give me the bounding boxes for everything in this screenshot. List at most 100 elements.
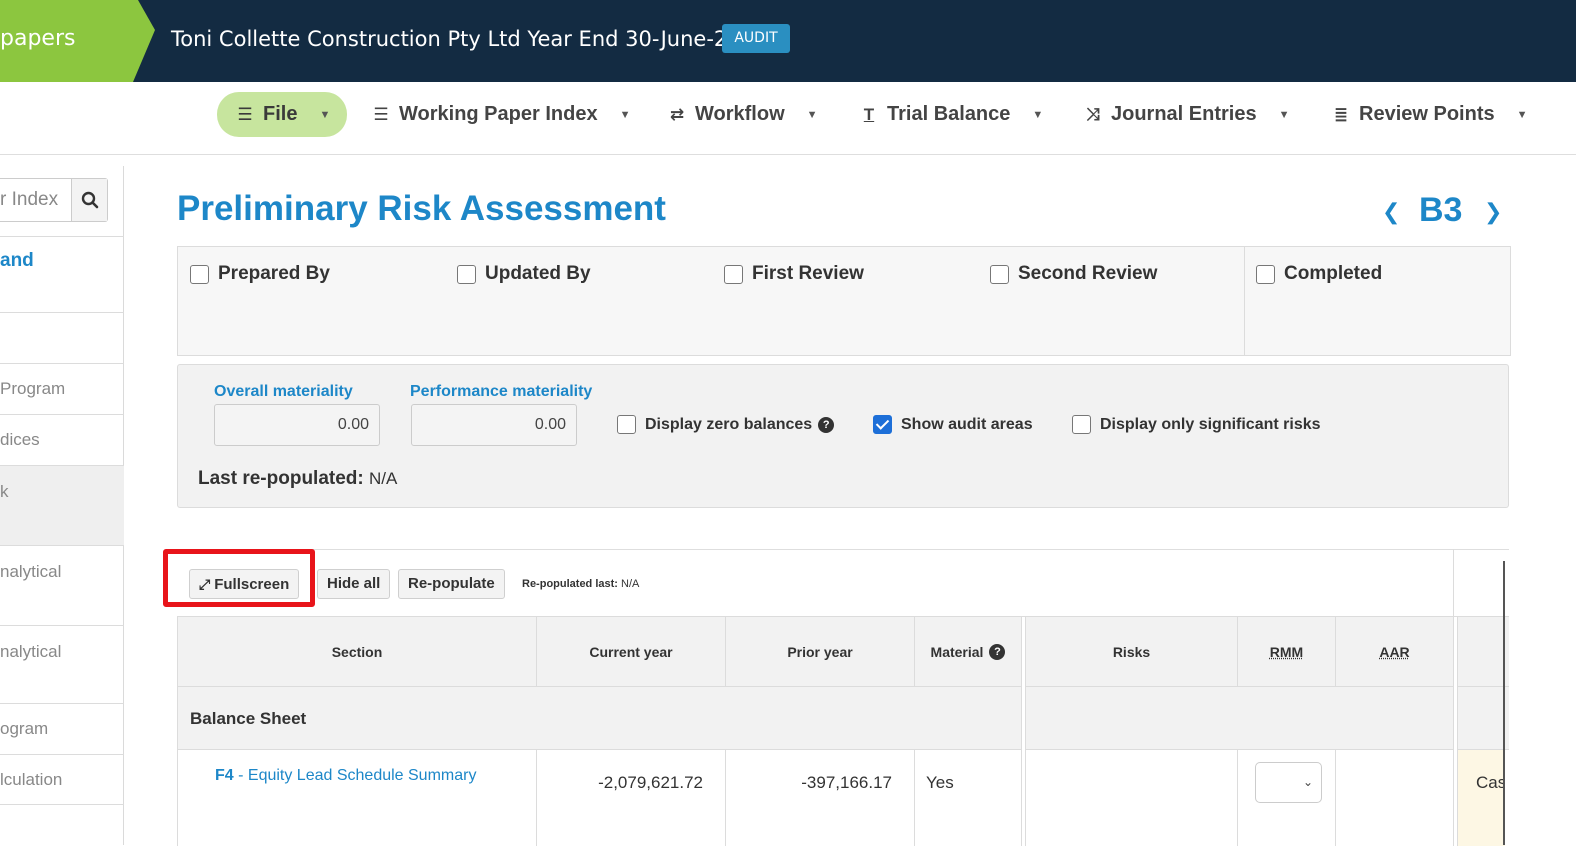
last-repopulated: Last re-populated: N/A (198, 468, 397, 490)
sidebar-item-active[interactable]: and (0, 236, 124, 312)
last-repopulated-value: N/A (369, 469, 398, 488)
significant-risks-option[interactable]: Display only significant risks (1072, 415, 1321, 434)
column-divider (1453, 549, 1454, 845)
header-prior-year[interactable]: Prior year (726, 617, 915, 687)
caret-down-icon: ▼ (619, 108, 631, 121)
nav-review-points[interactable]: ≣ Review Points ▼ (1331, 92, 1528, 137)
list-icon: ☰ (373, 104, 389, 124)
shuffle-icon: ⤨ (1086, 104, 1100, 124)
header-risks[interactable]: Risks (1025, 617, 1238, 687)
top-header: papers Toni Collette Construction Pty Lt… (0, 0, 1576, 82)
section-link[interactable]: F4 - Equity Lead Schedule Summary (215, 765, 476, 785)
nav-working-paper-index[interactable]: ☰ Working Paper Index ▼ (371, 92, 630, 137)
sidebar-item[interactable]: Program (0, 363, 124, 414)
materiality-panel: Overall materiality 0.00 Performance mat… (177, 364, 1509, 508)
header-current-year[interactable]: Current year (537, 617, 726, 687)
sidebar: r Index and Program dices k nalytical na… (0, 166, 124, 845)
risks-cell[interactable] (1025, 750, 1238, 846)
sidebar-item[interactable]: ogram (0, 703, 124, 754)
prev-page-icon[interactable]: ❮ (1382, 199, 1400, 225)
performance-materiality-label: Performance materiality (410, 383, 593, 400)
repopulated-last: Re-populated last: N/A (522, 578, 639, 590)
search-icon (81, 191, 98, 209)
sidebar-item-label: and (0, 250, 34, 271)
sidebar-item[interactable]: nalytical (0, 545, 124, 625)
signoff-updated-by[interactable]: Updated By (457, 263, 591, 285)
sidebar-item-selected[interactable]: k (0, 465, 124, 545)
prepared-by-checkbox[interactable] (190, 264, 209, 284)
caret-down-icon: ▼ (1516, 108, 1528, 121)
header-section[interactable]: Section (177, 617, 537, 687)
nav-file[interactable]: ☰ File ▼ (217, 92, 347, 137)
search-button[interactable] (71, 179, 107, 221)
extra-value: Cash (1476, 773, 1505, 792)
show-audit-areas-checkbox[interactable] (873, 415, 892, 434)
significant-risks-checkbox[interactable] (1072, 415, 1091, 434)
nav-workflow[interactable]: ⇄ Workflow ▼ (667, 92, 818, 137)
highlight-box (163, 549, 315, 607)
header-aar[interactable]: AAR (1336, 617, 1454, 687)
overall-materiality-input[interactable]: 0.00 (214, 404, 380, 446)
display-zero-balances-option[interactable]: Display zero balances ? (617, 415, 835, 434)
signoff-completed[interactable]: Completed (1256, 263, 1382, 285)
rmm-cell: ⌄ (1238, 750, 1336, 846)
scroll-edge (1503, 561, 1505, 845)
paper-reference: B3 (1419, 191, 1463, 229)
current-year-value: -2,079,621.72 (598, 773, 703, 792)
list-icon: ☰ (237, 104, 253, 124)
group-row: Balance Sheet (177, 687, 1022, 750)
sidebar-search: r Index (0, 178, 108, 222)
sidebar-item[interactable]: dices (0, 414, 124, 465)
risk-table: Section Current year Prior year Material… (177, 616, 1509, 846)
brand-logo[interactable]: papers (0, 0, 155, 82)
group-row-extra (1457, 687, 1509, 750)
caret-down-icon: ▼ (806, 108, 818, 121)
prior-year-value: -397,166.17 (801, 773, 892, 792)
sidebar-item-label: ogram (0, 719, 49, 738)
second-review-checkbox[interactable] (990, 264, 1009, 284)
chevron-down-icon: ⌄ (1302, 775, 1313, 789)
performance-materiality-input[interactable]: 0.00 (411, 404, 577, 446)
sidebar-item[interactable]: nalytical (0, 625, 124, 703)
nav-journal-entries[interactable]: ⤨ Journal Entries ▼ (1083, 92, 1290, 137)
repopulated-last-value: N/A (621, 578, 640, 590)
caret-down-icon: ▼ (319, 108, 331, 121)
completed-checkbox[interactable] (1256, 264, 1275, 284)
nav-trial-balance[interactable]: T Trial Balance ▼ (859, 92, 1044, 137)
group-row-right (1025, 687, 1454, 750)
current-year-cell: -2,079,621.72 (537, 750, 726, 846)
signoff-label: Updated By (485, 263, 591, 284)
table-row[interactable]: F4 - Equity Lead Schedule Summary (177, 750, 537, 846)
show-audit-areas-option[interactable]: Show audit areas (873, 415, 1033, 434)
caret-down-icon: ▼ (1278, 108, 1290, 121)
sidebar-item-label: lculation (0, 770, 63, 789)
sidebar-item[interactable] (0, 312, 124, 363)
updated-by-checkbox[interactable] (457, 264, 476, 284)
hide-all-button[interactable]: Hide all (317, 569, 391, 599)
sidebar-item[interactable]: lculation (0, 754, 124, 805)
option-label: Display only significant risks (1100, 415, 1321, 433)
help-icon[interactable]: ? (818, 416, 835, 433)
next-page-icon[interactable]: ❯ (1484, 199, 1502, 225)
first-review-checkbox[interactable] (724, 264, 743, 284)
nav-review-label: Review Points (1359, 103, 1495, 125)
header-material[interactable]: Material ? (915, 617, 1022, 687)
repopulate-button[interactable]: Re-populate (398, 569, 505, 599)
sidebar-item-label: nalytical (0, 642, 62, 661)
header-rmm[interactable]: RMM (1238, 617, 1336, 687)
help-icon[interactable]: ? (989, 643, 1006, 660)
signoff-label: Second Review (1018, 263, 1158, 284)
prior-year-cell: -397,166.17 (726, 750, 915, 846)
rmm-select[interactable]: ⌄ (1255, 762, 1322, 803)
signoff-prepared-by[interactable]: Prepared By (190, 263, 330, 285)
signoff-first-review[interactable]: First Review (724, 263, 864, 285)
sidebar-item-label: k (0, 482, 9, 501)
signoff-second-review[interactable]: Second Review (990, 263, 1157, 285)
sidebar-item-label: Program (0, 379, 66, 398)
display-zero-balances-checkbox[interactable] (617, 415, 636, 434)
header-extra (1457, 617, 1509, 687)
signoff-label: Completed (1284, 263, 1383, 284)
aar-cell (1336, 750, 1454, 846)
sidebar-search-input[interactable]: r Index (0, 179, 71, 221)
signoff-label: First Review (752, 263, 864, 284)
